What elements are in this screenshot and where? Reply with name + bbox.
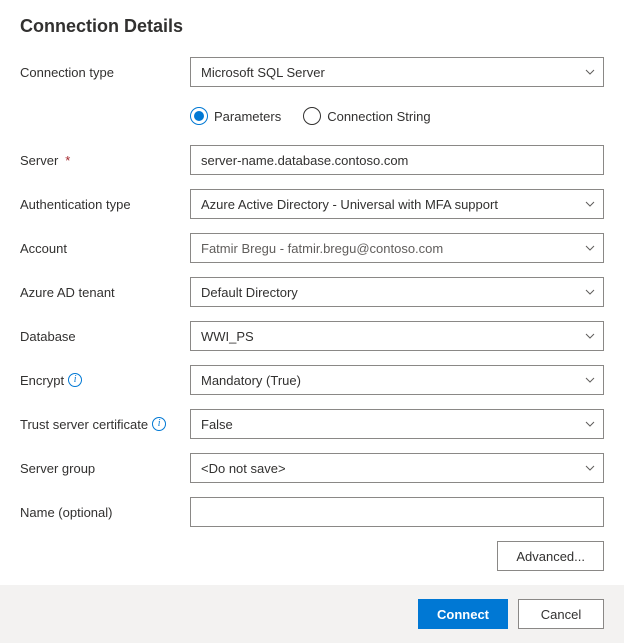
advanced-row: Advanced... — [20, 541, 604, 571]
row-trust-cert: Trust server certificate i — [20, 409, 604, 439]
tenant-value[interactable] — [190, 277, 604, 307]
label-encrypt: Encrypt i — [20, 373, 190, 388]
account-select[interactable] — [190, 233, 604, 263]
row-account: Account — [20, 233, 604, 263]
row-tenant: Azure AD tenant — [20, 277, 604, 307]
database-select[interactable] — [190, 321, 604, 351]
label-trust-cert: Trust server certificate i — [20, 417, 190, 432]
dialog-title: Connection Details — [20, 16, 604, 37]
account-value[interactable] — [190, 233, 604, 263]
row-encrypt: Encrypt i — [20, 365, 604, 395]
info-icon[interactable]: i — [152, 417, 166, 431]
cancel-button[interactable]: Cancel — [518, 599, 604, 629]
label-connection-type: Connection type — [20, 65, 190, 80]
row-server-group: Server group — [20, 453, 604, 483]
row-server: Server* — [20, 145, 604, 175]
connect-button[interactable]: Connect — [418, 599, 508, 629]
connection-type-select[interactable] — [190, 57, 604, 87]
advanced-button[interactable]: Advanced... — [497, 541, 604, 571]
auth-type-value[interactable] — [190, 189, 604, 219]
required-asterisk-icon: * — [65, 153, 70, 168]
radio-parameters-label: Parameters — [214, 109, 281, 124]
info-icon[interactable]: i — [68, 373, 82, 387]
encrypt-value[interactable] — [190, 365, 604, 395]
label-auth-type: Authentication type — [20, 197, 190, 212]
connection-type-value[interactable] — [190, 57, 604, 87]
name-optional-input[interactable] — [190, 497, 604, 527]
trust-cert-value[interactable] — [190, 409, 604, 439]
dialog-footer: Connect Cancel — [0, 585, 624, 643]
server-group-select[interactable] — [190, 453, 604, 483]
label-database: Database — [20, 329, 190, 344]
radio-unchecked-icon — [303, 107, 321, 125]
radio-connection-string[interactable]: Connection String — [303, 107, 430, 125]
encrypt-select[interactable] — [190, 365, 604, 395]
row-connection-type: Connection type — [20, 57, 604, 87]
label-tenant: Azure AD tenant — [20, 285, 190, 300]
radio-checked-icon — [190, 107, 208, 125]
server-input[interactable] — [190, 145, 604, 175]
label-server-group: Server group — [20, 461, 190, 476]
trust-cert-select[interactable] — [190, 409, 604, 439]
row-auth-type: Authentication type — [20, 189, 604, 219]
label-server: Server* — [20, 153, 190, 168]
database-value[interactable] — [190, 321, 604, 351]
radio-connection-string-label: Connection String — [327, 109, 430, 124]
row-database: Database — [20, 321, 604, 351]
connection-dialog: Connection Details Connection type Param… — [0, 0, 624, 571]
tenant-select[interactable] — [190, 277, 604, 307]
label-name-optional: Name (optional) — [20, 505, 190, 520]
auth-type-select[interactable] — [190, 189, 604, 219]
server-group-value[interactable] — [190, 453, 604, 483]
radio-parameters[interactable]: Parameters — [190, 107, 281, 125]
row-name-optional: Name (optional) — [20, 497, 604, 527]
row-input-mode: Parameters Connection String — [20, 101, 604, 131]
label-account: Account — [20, 241, 190, 256]
